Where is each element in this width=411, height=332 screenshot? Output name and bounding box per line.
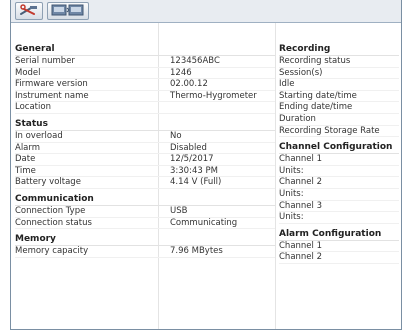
section-header-memory-label: Memory (15, 234, 56, 245)
info-row-label: Channel 1 (279, 154, 323, 165)
info-row-value: 02.00.12 (170, 79, 208, 90)
section-header-recording-label: Recording (279, 44, 331, 54)
info-row: Channel 2 (279, 177, 399, 189)
info-row-value: Disabled (170, 142, 207, 153)
info-row: Firmware version 02.00.12 (15, 79, 275, 91)
info-row-label: Channel 2 (279, 177, 323, 188)
info-row-label: Ending date/time (279, 102, 353, 113)
info-row: In overload No (15, 131, 275, 143)
info-row-label: Alarm (15, 142, 41, 153)
instrument-button[interactable] (47, 2, 89, 20)
info-row-label: Model (15, 67, 41, 78)
info-row-label: Session(s) (279, 67, 323, 78)
info-row: Memory capacity 7.96 MBytes (15, 246, 275, 258)
info-row-label: In overload (15, 130, 63, 141)
info-row-value: 1246 (170, 67, 192, 78)
section-header-communication: Communication (15, 189, 275, 206)
info-row: Instrument name Thermo-Hygrometer (15, 91, 275, 103)
info-panel: General Serial number 123456ABC Model 1246 Fi… (11, 23, 401, 329)
info-row: Starting date/time (279, 91, 399, 103)
info-row-value: No (170, 130, 182, 141)
section-header-recording: Recording (279, 42, 399, 56)
info-row-label: Units: (279, 165, 304, 176)
info-row: Date 12/5/2017 (15, 154, 275, 166)
section-header-alarm-configuration-label: Alarm Configuration (279, 228, 382, 239)
device-info-window: General Serial number 123456ABC Model 1246 Fi… (10, 0, 402, 330)
tools-icon (19, 3, 39, 19)
tools-button[interactable] (15, 2, 43, 20)
info-row: Model 1246 (15, 68, 275, 80)
info-row-label: Units: (279, 212, 304, 223)
info-row-value: 12/5/2017 (170, 154, 214, 165)
info-row: Alarm Disabled (15, 143, 275, 155)
section-header-general-label: General (15, 44, 55, 54)
info-row-label: Units: (279, 188, 304, 199)
section-header-status-label: Status (15, 118, 48, 129)
info-row-label: Channel 3 (279, 200, 323, 211)
info-row-label: Location (15, 102, 51, 113)
info-row: Time 3:30:43 PM (15, 166, 275, 178)
info-row: Connection Type USB (15, 206, 275, 218)
info-row-value: 4.14 V (Full) (170, 177, 222, 188)
info-row-label: Channel 2 (279, 252, 323, 263)
info-row: Idle (279, 79, 399, 91)
section-header-general: General (15, 42, 275, 56)
info-row: Connection status Communicating (15, 218, 275, 230)
info-row: Units: (279, 212, 399, 224)
info-row: Channel 1 (279, 241, 399, 253)
info-row: Channel 2 (279, 252, 399, 264)
info-row-label: Battery voltage (15, 177, 81, 188)
info-row-value: Communicating (170, 217, 238, 228)
info-row-value: 7.96 MBytes (170, 246, 223, 257)
info-row-label: Instrument name (15, 90, 89, 101)
info-row-label: Channel 1 (279, 240, 323, 251)
info-row-value: 3:30:43 PM (170, 165, 218, 176)
toolbar (11, 0, 401, 23)
info-row-value: 123456ABC (170, 56, 220, 66)
instrument-display-icon (51, 4, 85, 19)
info-row-label: Idle (279, 79, 295, 90)
section-header-memory: Memory (15, 229, 275, 247)
info-row: Location (15, 102, 275, 114)
section-header-communication-label: Communication (15, 193, 94, 204)
info-row-label: Date (15, 154, 36, 165)
section-header-channel-configuration-label: Channel Configuration (279, 142, 393, 153)
info-row: Ending date/time (279, 102, 399, 114)
info-row-value: USB (170, 205, 188, 216)
info-row-label: Time (15, 165, 36, 176)
info-row: Session(s) (279, 68, 399, 80)
section-header-status: Status (15, 114, 275, 131)
info-row-value: Thermo-Hygrometer (170, 90, 257, 101)
info-row-label: Memory capacity (15, 246, 89, 257)
section-header-channel-configuration: Channel Configuration (279, 137, 399, 155)
info-row-label: Connection status (15, 217, 92, 228)
info-row: Serial number 123456ABC (15, 56, 275, 68)
info-row: Channel 1 (279, 154, 399, 166)
info-row-label: Recording status (279, 56, 351, 66)
info-row-label: Duration (279, 113, 316, 124)
info-row: Battery voltage 4.14 V (Full) (15, 177, 275, 189)
info-row-label: Firmware version (15, 79, 88, 90)
left-section: General Serial number 123456ABC Model 1246 Fi… (15, 42, 275, 258)
info-row: Channel 3 (279, 201, 399, 213)
info-row-label: Recording Storage Rate (279, 125, 380, 136)
info-row-label: Serial number (15, 56, 75, 66)
info-row: Recording Storage Rate (279, 126, 399, 138)
column-divider (275, 23, 276, 329)
info-row: Recording status (279, 56, 399, 68)
info-row-label: Connection Type (15, 205, 86, 216)
info-row: Units: (279, 166, 399, 178)
info-row-label: Starting date/time (279, 90, 357, 101)
right-section: Recording Recording status Session(s) Idle S… (279, 42, 399, 264)
info-row: Duration (279, 114, 399, 126)
section-header-alarm-configuration: Alarm Configuration (279, 224, 399, 241)
info-row: Units: (279, 189, 399, 201)
